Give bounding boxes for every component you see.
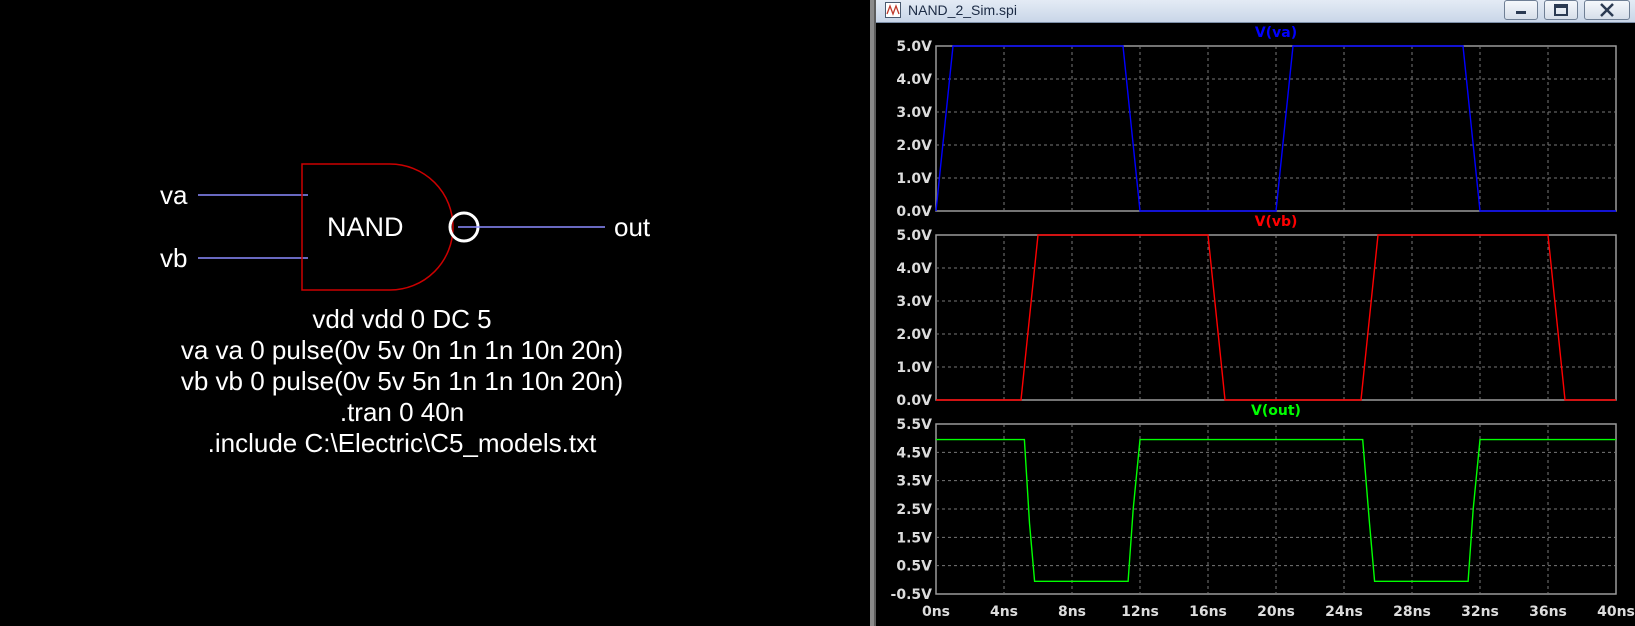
spice-line-2[interactable]: va va 0 pulse(0v 5v 0n 1n 1n 10n 20n)	[181, 335, 623, 365]
pane-1-y-tick-label: 3.0V	[896, 105, 932, 121]
pane-1-y-tick-label: 1.0V	[896, 171, 932, 187]
pane-3-x-tick-label: 0ns	[922, 604, 950, 620]
schematic-canvas[interactable]: va vb NAND out vdd vdd 0 DC 5 va va 0 pu…	[0, 0, 870, 626]
maximize-icon	[1554, 4, 1568, 16]
close-button[interactable]	[1584, 0, 1630, 20]
pane-3-y-tick-label: 3.5V	[896, 474, 932, 490]
pane-1-y-tick-label: 0.0V	[896, 204, 932, 220]
pane-2-y-tick-label: 3.0V	[896, 294, 932, 310]
pane-3-x-tick-label: 12ns	[1121, 604, 1159, 620]
pane-2-y-tick-label: 5.0V	[896, 228, 932, 244]
pane-3-x-tick-label: 36ns	[1529, 604, 1567, 620]
output-label: out	[614, 212, 651, 242]
window-title: NAND_2_Sim.spi	[908, 2, 1017, 18]
pane-2-title[interactable]: V(vb)	[1255, 214, 1298, 230]
pane-3-title[interactable]: V(out)	[1251, 403, 1301, 419]
pane-3-y-tick-label: 1.5V	[896, 530, 932, 546]
pane-3-x-tick-label: 32ns	[1461, 604, 1499, 620]
spice-line-1[interactable]: vdd vdd 0 DC 5	[312, 304, 491, 334]
pane-3-y-tick-label: 2.5V	[896, 502, 932, 518]
waveform-app-icon	[885, 2, 901, 18]
pane-2-y-tick-label: 4.0V	[896, 261, 932, 277]
pane-1-y-tick-label: 4.0V	[896, 72, 932, 88]
spice-line-4[interactable]: .tran 0 40n	[340, 397, 464, 427]
minimize-icon	[1516, 11, 1526, 14]
waveform-plots[interactable]: 5.0V 4.0V 3.0V 2.0V 1.0V 0.0V V(va) 5.0V 4.0V 3.0…	[876, 22, 1635, 626]
pane-3-y-tick-label: 4.5V	[896, 445, 932, 461]
pane-3-x-tick-label: 40ns	[1597, 604, 1635, 620]
pane-3-y-tick-label: 0.5V	[896, 559, 932, 575]
pane-3-x-tick-label: 4ns	[990, 604, 1018, 620]
spice-line-5[interactable]: .include C:\Electric\C5_models.txt	[208, 428, 597, 458]
minimize-button[interactable]	[1504, 0, 1538, 20]
pane-3-x-tick-label: 20ns	[1257, 604, 1295, 620]
pane-2-y-tick-label: 2.0V	[896, 327, 932, 343]
spice-line-3[interactable]: vb vb 0 pulse(0v 5v 5n 1n 1n 10n 20n)	[181, 366, 623, 396]
window-titlebar[interactable]: NAND_2_Sim.spi	[876, 0, 1635, 23]
pane-3-x-tick-label: 16ns	[1189, 604, 1227, 620]
pane-3-y-tick-label: 5.5V	[896, 417, 932, 433]
pane-1-y-tick-label: 2.0V	[896, 138, 932, 154]
gate-label: NAND	[327, 212, 404, 242]
pane-2-y-tick-label: 1.0V	[896, 360, 932, 376]
waveform-window[interactable]: NAND_2_Sim.spi 5.0V 4.0V 3.0V 2.0V 1.0V 0.0V V…	[876, 0, 1635, 626]
pane-3-y-tick-label: -0.5V	[891, 587, 933, 603]
input-label-va: va	[160, 180, 188, 210]
close-icon	[1600, 3, 1614, 17]
pane-3-x-tick-label: 24ns	[1325, 604, 1363, 620]
input-label-vb: vb	[160, 243, 187, 273]
maximize-button[interactable]	[1544, 0, 1578, 20]
pane-2-y-tick-label: 0.0V	[896, 393, 932, 409]
pane-1-y-tick-label: 5.0V	[896, 39, 932, 55]
pane-3-x-tick-label: 28ns	[1393, 604, 1431, 620]
pane-1-title[interactable]: V(va)	[1255, 25, 1297, 41]
pane-3-x-tick-label: 8ns	[1058, 604, 1086, 620]
